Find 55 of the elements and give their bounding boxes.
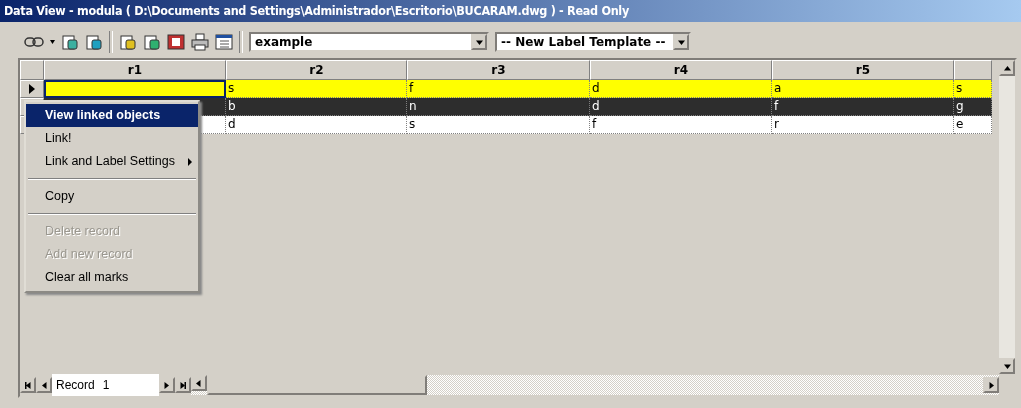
layer-select[interactable]: example — [249, 32, 489, 52]
menu-item[interactable]: Link! — [26, 127, 198, 150]
printer-icon[interactable] — [191, 33, 209, 51]
left-arrow-icon — [195, 379, 203, 387]
column-header[interactable] — [954, 60, 992, 80]
table-cell: d — [226, 116, 407, 134]
scroll-right-button[interactable] — [983, 377, 999, 393]
table-cell: d — [590, 80, 772, 98]
dropdown-arrow-icon — [475, 38, 483, 46]
up-arrow-icon — [1003, 64, 1011, 72]
list-icon[interactable] — [215, 33, 233, 51]
record-label: Record — [52, 374, 99, 396]
column-header[interactable]: r3 — [407, 60, 590, 80]
previous-record-button[interactable] — [36, 377, 52, 393]
column-header[interactable]: r2 — [226, 60, 407, 80]
table-cell: s — [226, 80, 407, 98]
column-header[interactable]: r5 — [772, 60, 954, 80]
vertical-scrollbar[interactable] — [999, 60, 1015, 374]
horizontal-scrollbar[interactable] — [190, 375, 999, 395]
table-cell: s — [954, 80, 992, 98]
scroll-up-button[interactable] — [999, 60, 1015, 76]
window-title: Data View - modula ( D:\Documents and Settings\Administrador\Escritorio\BUCARAM.dwg ) - Read Only — [0, 0, 1021, 22]
template-select[interactable]: -- New Label Template -- — [495, 32, 691, 52]
table-cell: d — [590, 98, 772, 116]
scroll-thumb[interactable] — [206, 375, 427, 395]
table-cell: a — [772, 80, 954, 98]
left-arrow-icon — [40, 381, 48, 389]
table-cell: n — [407, 98, 590, 116]
table-cell: s — [407, 116, 590, 134]
table-cell: f — [407, 80, 590, 98]
caret-icon[interactable] — [50, 40, 55, 44]
right-arrow-icon — [987, 381, 995, 389]
table-cell: e — [954, 116, 992, 134]
table-cell: f — [590, 116, 772, 134]
row-header[interactable] — [20, 80, 44, 98]
last-icon — [179, 381, 187, 389]
scroll-down-button[interactable] — [999, 358, 1015, 374]
current-row-icon — [29, 84, 35, 94]
table-cell: g — [954, 98, 992, 116]
column-header[interactable]: r1 — [44, 60, 226, 80]
dropdown-arrow-icon — [677, 38, 685, 46]
link-icon[interactable] — [24, 36, 44, 48]
menu-item[interactable]: Link and Label Settings — [26, 150, 198, 173]
menu-item[interactable]: Copy — [26, 185, 198, 208]
record-field[interactable]: 1 — [98, 374, 159, 396]
first-record-button[interactable] — [20, 377, 36, 393]
table-cell: f — [772, 98, 954, 116]
menu-item[interactable]: Clear all marks — [26, 266, 198, 289]
right-arrow-icon — [163, 381, 171, 389]
table-cell: b — [226, 98, 407, 116]
table-cell: r — [772, 116, 954, 134]
first-icon — [24, 381, 32, 389]
down-arrow-icon — [1003, 362, 1011, 370]
column-header[interactable]: r4 — [590, 60, 772, 80]
menu-item[interactable]: View linked objects — [26, 104, 198, 127]
